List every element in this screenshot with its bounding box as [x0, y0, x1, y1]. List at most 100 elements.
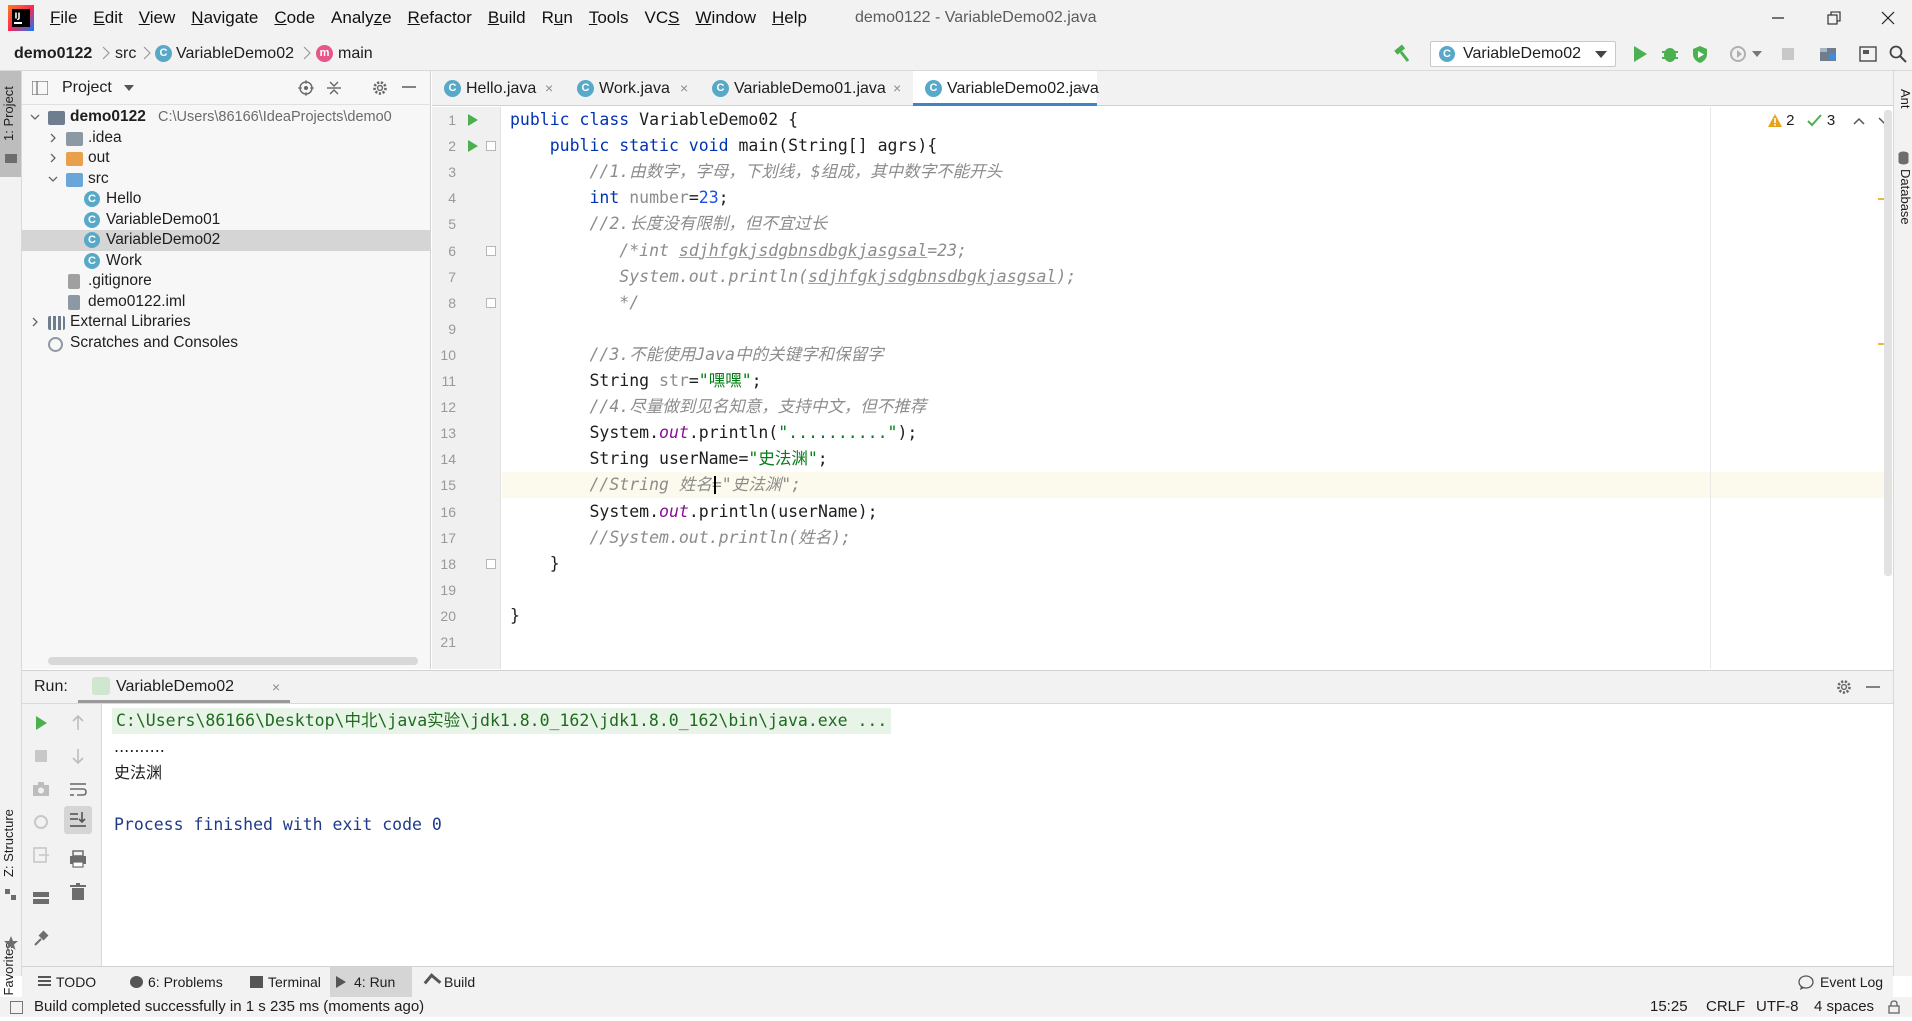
fold-marker-icon[interactable] — [486, 297, 496, 308]
tab-close-icon[interactable]: × — [893, 71, 901, 106]
tab-close-icon[interactable]: × — [1077, 71, 1085, 106]
tab-close-icon[interactable]: × — [545, 71, 553, 106]
code-editor[interactable]: public class VariableDemo02 { public sta… — [502, 107, 1893, 669]
file-encoding[interactable]: UTF-8 — [1756, 997, 1799, 1017]
menu-item[interactable]: Window — [688, 0, 764, 36]
hide-minus-icon[interactable] — [402, 86, 416, 90]
indent-setting[interactable]: 4 spaces — [1814, 997, 1874, 1017]
menu-item[interactable]: View — [131, 0, 184, 36]
menu-item[interactable]: Code — [266, 0, 323, 36]
run-icon[interactable] — [1630, 44, 1650, 64]
fold-marker-icon[interactable] — [486, 558, 496, 569]
exit-icon[interactable] — [30, 844, 52, 866]
gear-icon[interactable] — [1836, 679, 1852, 695]
bottom-tool-list[interactable]: TODO — [32, 967, 120, 998]
menu-item[interactable]: File — [42, 0, 85, 36]
inspection-widget[interactable]: 2 3 — [1768, 110, 1890, 132]
chevron-down-icon[interactable] — [30, 112, 40, 122]
arrow-down-icon[interactable] — [67, 745, 89, 767]
tree-item[interactable]: C Work — [22, 251, 431, 272]
project-tool-tab[interactable]: 1: Project — [0, 71, 21, 177]
run-tab[interactable]: VariableDemo02 × — [78, 671, 290, 703]
lock-icon[interactable] — [1888, 1000, 1900, 1014]
horizontal-scrollbar[interactable] — [48, 657, 418, 665]
tree-item[interactable]: C Hello — [22, 189, 431, 210]
database-tool-tab[interactable]: Database — [1894, 151, 1912, 241]
hide-minus-icon[interactable] — [1866, 686, 1880, 690]
menu-item[interactable]: Help — [764, 0, 815, 36]
debug-bug-icon[interactable] — [1660, 44, 1680, 64]
chevron-up-icon[interactable] — [1853, 117, 1865, 125]
cursor-position[interactable]: 15:25 — [1650, 997, 1688, 1017]
breadcrumb-project[interactable]: demo0122 — [14, 36, 92, 71]
build-hammer-icon[interactable] — [1392, 44, 1412, 64]
coverage-shield-icon[interactable] — [1690, 44, 1710, 64]
print-icon[interactable] — [67, 848, 89, 870]
menu-item[interactable]: Build — [480, 0, 534, 36]
trash-icon[interactable] — [67, 881, 89, 903]
presentation-icon[interactable] — [1858, 44, 1878, 64]
close-window-button[interactable] — [1860, 0, 1912, 36]
arrow-up-icon[interactable] — [67, 712, 89, 734]
bottom-tool-hammer[interactable]: Build — [420, 967, 490, 998]
editor-tab[interactable]: C Hello.java × — [432, 71, 565, 106]
fold-marker-icon[interactable] — [486, 245, 496, 256]
stop-icon[interactable] — [1778, 44, 1798, 64]
favorites-tool-tab[interactable]: 2: Favorites — [0, 841, 21, 1010]
menu-item[interactable]: Edit — [85, 0, 130, 36]
restore-button[interactable] — [1806, 0, 1862, 36]
menu-item[interactable]: Tools — [581, 0, 637, 36]
menu-item[interactable]: Analyze — [323, 0, 400, 36]
chevron-right-icon[interactable] — [30, 317, 40, 327]
status-message[interactable]: Build completed successfully in 1 s 235 … — [34, 997, 424, 1017]
tree-item[interactable]: src — [22, 169, 431, 190]
tree-item[interactable]: .gitignore — [22, 271, 431, 292]
camera-icon[interactable] — [30, 778, 52, 800]
tree-item[interactable]: demo0122 C:\Users\86166\IdeaProjects\demo… — [22, 107, 431, 128]
project-panel-title[interactable]: Project — [62, 71, 112, 105]
tree-item[interactable]: External Libraries — [22, 312, 431, 333]
scroll-to-end-button[interactable] — [64, 806, 92, 834]
line-separator[interactable]: CRLF — [1706, 997, 1745, 1017]
breadcrumb-method[interactable]: main — [338, 36, 373, 71]
fold-marker-icon[interactable] — [486, 141, 496, 152]
run-gutter-icon[interactable] — [468, 114, 478, 126]
ant-tool-tab[interactable]: Ant — [1894, 77, 1912, 127]
menu-item[interactable]: VCS — [637, 0, 688, 36]
menu-item[interactable]: Run — [534, 0, 581, 36]
editor-tab[interactable]: C VariableDemo02.java × — [913, 71, 1099, 106]
tree-item[interactable]: C VariableDemo01 — [22, 210, 431, 231]
chevron-down-icon[interactable] — [48, 174, 58, 184]
soft-wrap-icon[interactable] — [67, 778, 89, 800]
tree-item[interactable]: out — [22, 148, 431, 169]
collapse-all-icon[interactable] — [326, 80, 342, 96]
vertical-scrollbar[interactable] — [1884, 110, 1892, 576]
editor-tab[interactable]: C VariableDemo01.java × — [700, 71, 913, 106]
gear-icon[interactable] — [372, 80, 388, 96]
profile-icon[interactable] — [1728, 44, 1748, 64]
menu-item[interactable]: Navigate — [183, 0, 266, 36]
status-box-icon[interactable] — [10, 1001, 23, 1014]
menu-item[interactable]: Refactor — [400, 0, 480, 36]
tree-item[interactable]: Scratches and Consoles — [22, 333, 431, 354]
run-console-output[interactable]: C:\Users\86166\Desktop\中北\java实验\jdk1.8.… — [102, 704, 1893, 966]
bottom-tool-terminal[interactable]: Terminal — [244, 967, 326, 998]
event-log-button[interactable]: Event Log — [1798, 967, 1883, 998]
run-tab-close-icon[interactable]: × — [272, 671, 280, 703]
chevron-right-icon[interactable] — [48, 153, 58, 163]
bottom-tool-run[interactable]: 4: Run — [330, 967, 412, 998]
breadcrumb-folder[interactable]: src — [115, 36, 136, 71]
locate-target-icon[interactable] — [298, 80, 314, 96]
restore-layout-icon[interactable] — [30, 811, 52, 833]
layout-icon[interactable] — [30, 887, 52, 909]
tab-close-icon[interactable]: × — [680, 71, 688, 106]
editor-tab[interactable]: C Work.java × — [565, 71, 700, 106]
run-gutter-icon[interactable] — [468, 140, 478, 153]
run-configuration-select[interactable]: C VariableDemo02 — [1430, 41, 1616, 67]
bottom-tool-problems[interactable]: 6: Problems — [124, 967, 240, 998]
dropdown-arrow-icon[interactable] — [124, 85, 134, 91]
tree-item[interactable]: .idea — [22, 128, 431, 149]
search-icon[interactable] — [1888, 44, 1908, 64]
minimize-button[interactable] — [1750, 0, 1806, 36]
stop-icon[interactable] — [30, 745, 52, 767]
